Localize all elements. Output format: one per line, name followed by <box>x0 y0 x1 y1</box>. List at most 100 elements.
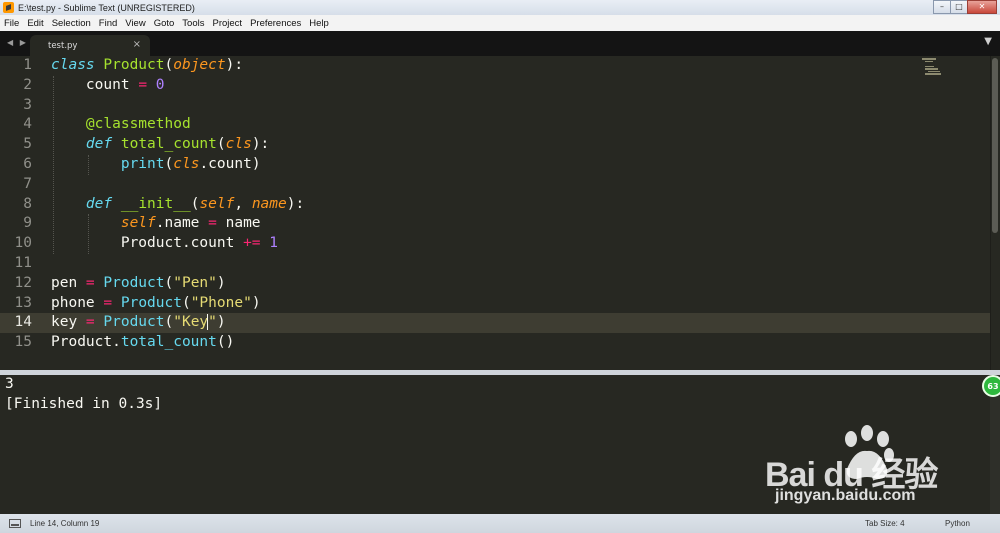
code-line[interactable]: pen = Product("Pen") <box>51 274 226 294</box>
minimap-line <box>925 60 933 62</box>
code-token: Product. <box>51 334 121 351</box>
menu-file[interactable]: File <box>4 18 19 29</box>
code-token: .name <box>155 215 209 232</box>
minimize-button[interactable]: – <box>933 0 951 14</box>
code-line[interactable]: class Product(object): <box>51 56 243 76</box>
menu-edit[interactable]: Edit <box>27 18 43 29</box>
minimap-line <box>925 73 941 75</box>
code-token: "Phone" <box>190 294 252 311</box>
code-token: name <box>251 195 287 212</box>
code-line[interactable]: def __init__(self, name): <box>51 195 304 215</box>
code-token: Product <box>103 57 165 73</box>
window-controls: – □ ✕ <box>933 0 997 14</box>
code-line[interactable]: print(cls.count) <box>51 155 261 175</box>
line-number: 15 <box>14 334 32 351</box>
code-line[interactable]: self.name = name <box>51 214 261 234</box>
menu-selection[interactable]: Selection <box>52 18 91 29</box>
line-number: 13 <box>14 294 32 311</box>
editor-scrollbar-thumb[interactable] <box>992 58 998 233</box>
code-token: "Pen" <box>173 274 217 291</box>
code-token: () <box>216 334 235 351</box>
code-token: ): <box>251 136 270 153</box>
line-number: 6 <box>23 156 32 172</box>
code-line[interactable]: Product.count += 1 <box>51 234 278 254</box>
code-editor[interactable]: 1 2 3 4 5 6 7 8 9 10 11 12 13 14 15 class Product(obje… <box>0 56 1000 370</box>
code-token: ( <box>216 136 226 153</box>
line-number: 10 <box>14 235 32 252</box>
code-token: def <box>85 195 113 212</box>
maximize-button[interactable]: □ <box>950 0 968 14</box>
menu-tools[interactable]: Tools <box>182 18 204 29</box>
code-token: total_count <box>120 334 217 351</box>
minimap-line <box>922 58 936 60</box>
line-number: 5 <box>23 136 32 153</box>
menu-help[interactable]: Help <box>309 18 329 29</box>
code-token: "Key <box>173 314 209 331</box>
code-line[interactable]: phone = Product("Phone") <box>51 294 261 314</box>
close-button[interactable]: ✕ <box>967 0 997 14</box>
menu-view[interactable]: View <box>125 18 145 29</box>
code-token: += <box>243 235 261 252</box>
code-token: phone <box>51 294 104 311</box>
code-token: key <box>51 314 86 331</box>
status-bar: Line 14, Column 19 Tab Size: 4 Python <box>0 514 1000 533</box>
progress-badge[interactable]: 63 <box>982 375 1000 397</box>
code-token: cls <box>225 136 252 153</box>
code-token: ( <box>164 57 174 73</box>
code-token: Product <box>103 274 165 291</box>
editor-scrollbar[interactable] <box>990 56 1000 370</box>
code-token: = <box>208 215 217 232</box>
code-token: Product <box>103 314 165 331</box>
code-token: object <box>173 57 226 73</box>
line-number: 3 <box>23 96 32 113</box>
code-token: 1 <box>269 235 278 252</box>
code-token: ( <box>181 294 191 311</box>
minimap[interactable] <box>922 58 952 80</box>
line-number: 11 <box>14 255 32 271</box>
code-line[interactable]: key = Product("Key") <box>51 313 226 333</box>
tab-size-indicator[interactable]: Tab Size: 4 <box>865 514 905 533</box>
baidu-jingyan-watermark: Bai du 经验 jingyan.baidu.com <box>765 425 955 510</box>
menu-project[interactable]: Project <box>212 18 242 29</box>
code-line[interactable]: count = 0 <box>51 76 165 96</box>
code-token: " <box>208 314 217 331</box>
watermark-site: jingyan.baidu.com <box>775 487 916 504</box>
menu-goto[interactable]: Goto <box>154 18 175 29</box>
panel-toggle-icon[interactable] <box>9 519 21 528</box>
line-number: 7 <box>23 175 32 192</box>
cursor-position: Line 14, Column 19 <box>30 519 100 528</box>
code-token: count <box>51 76 139 93</box>
tab-nav-arrows[interactable]: ◀ ▶ <box>7 38 28 47</box>
code-token: self <box>120 215 156 232</box>
code-token: Product <box>120 294 182 311</box>
code-token: class <box>51 57 95 73</box>
code-token: = <box>103 294 113 311</box>
minimap-line <box>925 68 938 70</box>
tab-bar: ◀ ▶ test.py × ▼ <box>0 31 1000 56</box>
code-token: def <box>85 136 113 153</box>
menu-preferences[interactable]: Preferences <box>250 18 301 29</box>
menu-find[interactable]: Find <box>99 18 117 29</box>
output-line: 3 <box>5 376 14 392</box>
tab-close-icon[interactable]: × <box>133 39 141 50</box>
code-token: .count) <box>199 156 261 172</box>
code-line[interactable]: def total_count(cls): <box>51 135 269 155</box>
indent-guide <box>53 75 54 254</box>
code-token: ( <box>164 274 174 291</box>
window-title: E:\test.py - Sublime Text (UNREGISTERED) <box>18 2 195 13</box>
code-token: self <box>199 195 235 212</box>
code-line[interactable]: Product.total_count() <box>51 333 234 353</box>
code-token: ) <box>216 274 226 291</box>
line-number: 2 <box>23 76 32 93</box>
code-token: 0 <box>155 76 165 93</box>
line-number: 4 <box>23 116 32 133</box>
tab-dropdown-icon[interactable]: ▼ <box>984 36 992 47</box>
code-line[interactable]: @classmethod <box>51 115 191 135</box>
syntax-indicator[interactable]: Python <box>945 514 970 533</box>
tab-test-py[interactable]: test.py × <box>30 35 150 56</box>
